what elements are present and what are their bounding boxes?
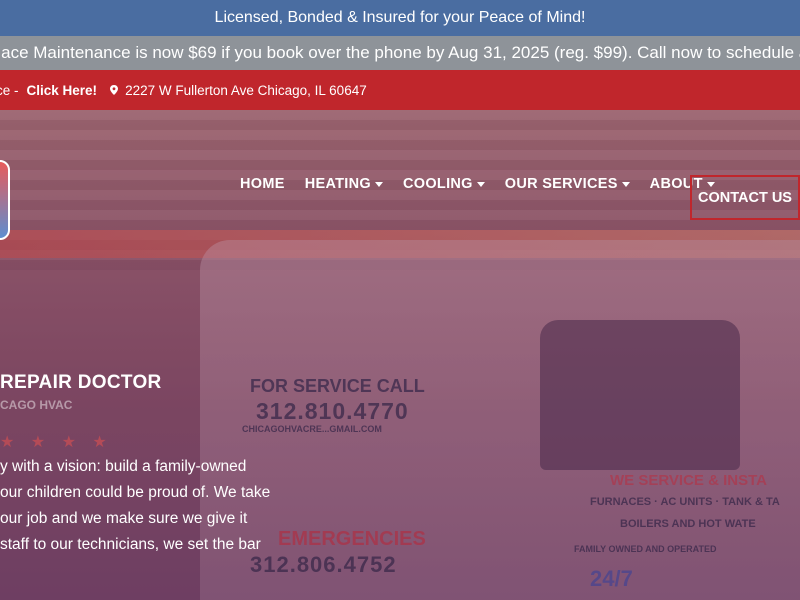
promo-banner-text: rnace Maintenance is now $69 if you book… [0, 43, 800, 62]
click-here-link[interactable]: Click Here! [27, 83, 98, 98]
contact-us-label: CONTACT US [698, 189, 792, 206]
nav-heating-label: HEATING [304, 176, 371, 192]
info-bar: ce - Click Here! 2227 W Fullerton Ave Ch… [0, 70, 800, 110]
nav-home[interactable]: HOME [240, 176, 285, 192]
hero-body: y with a vision: build a family-owned ou… [0, 454, 280, 558]
main-nav: HOME HEATING COOLING OUR SERVICES ABOUT [230, 176, 725, 192]
top-banner: Licensed, Bonded & Insured for your Peac… [0, 0, 800, 36]
rating-stars: ★ ★ ★ ★ [0, 434, 113, 451]
caret-down-icon [476, 181, 485, 187]
hero-body-line: staff to our technicians, we set the bar [0, 536, 261, 553]
nav-cooling[interactable]: COOLING [403, 176, 485, 192]
caret-down-icon [621, 181, 630, 187]
caret-down-icon [374, 181, 383, 187]
address-text: 2227 W Fullerton Ave Chicago, IL 60647 [125, 82, 367, 98]
nav-our-services-label: OUR SERVICES [504, 176, 618, 192]
contact-us-button[interactable]: CONTACT US [690, 175, 800, 220]
hero-title: REPAIR DOCTOR [0, 372, 162, 393]
hero-body-line: our children could be proud of. We take [0, 484, 271, 501]
nav-cooling-label: COOLING [402, 176, 473, 192]
promo-banner: rnace Maintenance is now $69 if you book… [0, 36, 800, 70]
hero-subtitle: CAGO HVAC [0, 398, 73, 412]
info-prefix: ce - [0, 82, 19, 98]
map-pin-icon [110, 85, 119, 95]
hero-section: FOR SERVICE CALL 312.810.4770 CHICAGOHVA… [0, 110, 800, 600]
top-banner-text: Licensed, Bonded & Insured for your Peac… [214, 9, 586, 26]
hero-body-line: our job and we make sure we give it [0, 510, 248, 527]
hero-body-line: y with a vision: build a family-owned [0, 458, 247, 475]
site-logo[interactable] [0, 160, 10, 240]
nav-our-services[interactable]: OUR SERVICES [505, 176, 630, 192]
nav-heating[interactable]: HEATING [305, 176, 383, 192]
nav-home-label: HOME [240, 176, 285, 192]
